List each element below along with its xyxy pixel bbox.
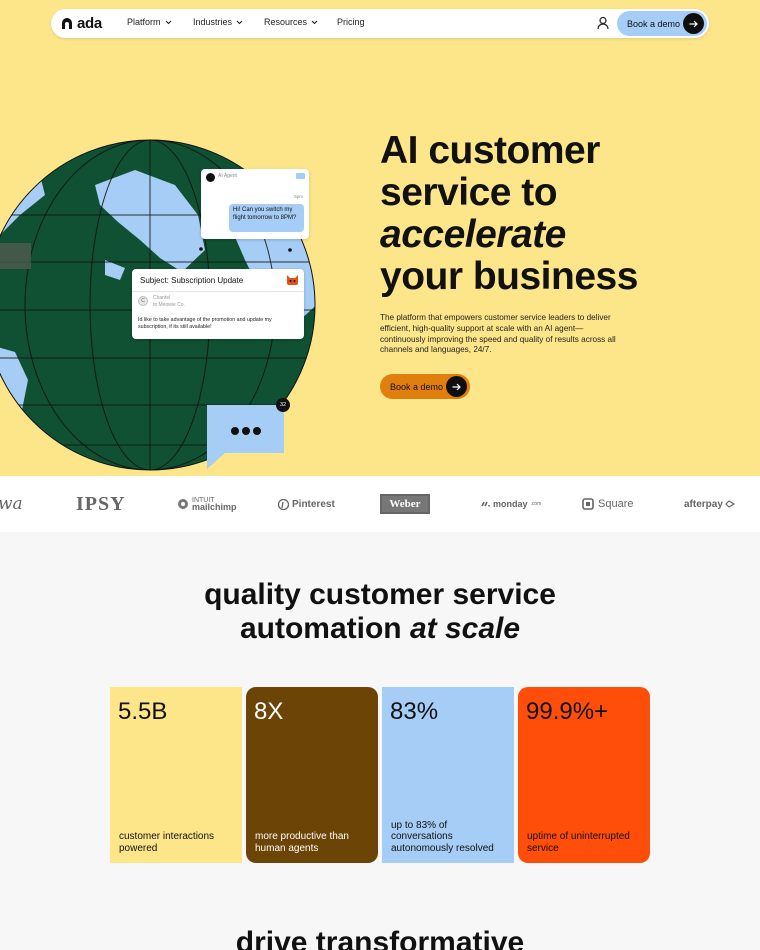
ai-agent-icon [206,173,215,182]
chevron-down-icon [311,20,318,24]
hero-subtitle: The platform that empowers customer serv… [380,313,616,355]
stat-card-interactions: 5.5B customer interactions powered [110,687,242,863]
chevron-down-icon [236,20,243,24]
stat-card-uptime: 99.9%+ uptime of uninterrupted service [518,687,650,863]
nav-book-demo-label: Book a demo [627,18,681,29]
stat-label: customer interactions powered [119,831,215,854]
logo-monday: monday .com [481,476,541,532]
agent-label: AI Agent [218,173,237,179]
hero-book-demo-label: Book a demo [390,381,444,392]
monday-icon [481,501,490,507]
logo-text: ada [77,15,102,32]
stat-card-resolution: 83% up to 83% of conversations autonomou… [382,687,514,863]
arrow-right-icon [446,376,467,397]
afterpay-icon [725,500,735,508]
stat-value: 8X [254,698,284,725]
user-account-icon[interactable] [597,16,609,30]
user-message-bubble: Hi! Can you switch my flight tomorrow to… [229,204,304,232]
monday-text: monday [493,499,528,509]
square-text: Square [598,498,634,510]
divider [132,291,304,292]
logo-square: Square [582,476,633,532]
stat-card-productivity: 8X more productive than human agents [246,687,378,863]
arrow-right-icon [683,13,704,34]
pinterest-icon [278,498,289,510]
square-icon [582,498,594,510]
cat-logo-icon [287,275,298,285]
customer-logos-strip: wa IPSY INTUIT mailchimp Pinterest Weber… [0,476,760,532]
stat-label: uptime of uninterrupted service [527,831,630,854]
chevron-down-icon [165,20,171,24]
nav-platform-label: Platform [127,17,161,27]
pinterest-text: Pinterest [292,498,335,510]
stat-label: more productive than human agents [255,831,349,854]
monday-suffix: .com [530,501,542,507]
email-card-subscription: Subject: Subscription Update C Chantel t… [132,269,304,339]
logo-afterpay: afterpay [684,476,735,532]
nav-book-demo-button[interactable]: Book a demo [617,11,707,36]
stats-title-line1: quality customer service [204,578,556,611]
hero-title-line1: AI customer [380,129,600,172]
sender-name: Chantel [153,295,171,301]
logo-ipsy: IPSY [76,492,126,515]
next-section-title: drive transformative [235,926,525,950]
stat-value: 83% [390,698,439,725]
stat-value: 5.5B [118,698,168,725]
typing-bubble-icon [207,405,284,469]
top-navigation: ada Platform Industries Resources Pricin… [51,9,709,38]
nav-resources[interactable]: Resources [264,17,318,27]
ticket-box-icon [0,243,31,269]
logo-wa: wa [0,494,23,514]
nav-platform[interactable]: Platform [127,17,172,27]
hero-section: ada Platform Industries Resources Pricin… [0,0,760,476]
hero-title-line4: your business [380,255,638,298]
weber-text: Weber [380,494,430,514]
mailchimp-text: mailchimp [192,502,237,512]
channel-badge-icon [296,173,305,179]
hero-title: AI customer service to accelerate your b… [380,130,750,298]
hero-title-line2: service to [380,171,558,214]
stat-value: 99.9%+ [526,698,609,725]
nav-industries[interactable]: Industries [193,17,243,27]
stats-title-line2-italic: at scale [409,612,521,645]
afterpay-text: afterpay [684,498,723,510]
nav-resources-label: Resources [264,17,308,27]
sender-info: Chantel to Meowie Co. [153,295,185,309]
ada-logo[interactable]: ada [61,15,102,32]
stats-section-title: quality customer service automation at s… [0,578,760,646]
stat-label: up to 83% of conversations autonomously … [391,819,494,854]
logo-pinterest: Pinterest [278,476,335,532]
hero-title-line3: accelerate [380,213,566,256]
email-subject: Subject: Subscription Update [140,276,244,285]
mailchimp-icon [178,499,188,509]
chat-card-flight: AI Agent 5pm Hi! Can you switch my fligh… [201,169,309,239]
notification-count-badge: 32 [276,398,290,412]
sender-recipient: to Meowie Co. [153,302,185,308]
hero-book-demo-button[interactable]: Book a demo [380,374,470,399]
logo-weber: Weber [380,476,430,532]
nav-pricing[interactable]: Pricing [337,17,365,27]
nav-industries-label: Industries [193,17,233,27]
chat-time: 5pm [294,194,303,199]
stats-title-line2-prefix: automation [239,612,410,645]
stats-title-line2: automation at scale [0,612,760,646]
nav-pricing-label: Pricing [337,17,365,27]
logo-mailchimp: INTUIT mailchimp [177,476,237,532]
ada-logo-icon [62,18,72,29]
avatar: C [138,296,148,306]
email-message: Id like to take advantage of the promoti… [138,317,272,331]
